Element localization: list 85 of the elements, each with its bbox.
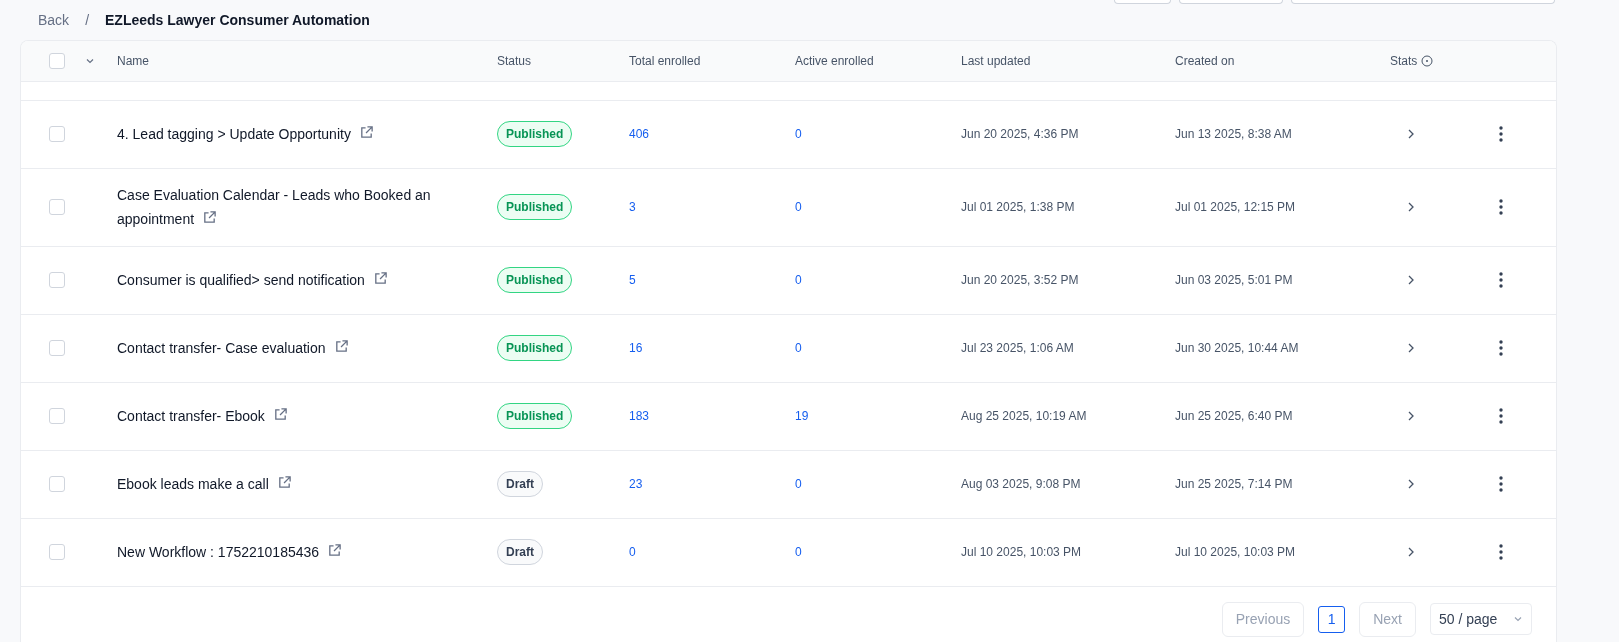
column-header: Total enrolled bbox=[629, 54, 701, 69]
external-link-icon[interactable] bbox=[372, 271, 388, 287]
column-header: Created on bbox=[1175, 54, 1235, 69]
page-button[interactable]: 1 bbox=[1318, 605, 1346, 633]
workflow-name: Case Evaluation Calendar - Leads who Booked an appointment bbox=[117, 186, 432, 230]
search-field[interactable] bbox=[1291, 0, 1555, 4]
last-updated-date: Aug 03 2025, 9:08 PM bbox=[961, 477, 1081, 492]
created-on-date: Jun 03 2025, 5:01 PM bbox=[1175, 273, 1293, 288]
chevron-right-icon[interactable] bbox=[1406, 478, 1416, 491]
more-options-icon[interactable] bbox=[1499, 199, 1503, 216]
workflow-name: 4. Lead tagging > Update Opportunity bbox=[117, 122, 374, 147]
column-header: Active enrolled bbox=[795, 54, 874, 69]
workflow-name: Ebook leads make a call bbox=[117, 472, 292, 497]
workflow-name: New Workflow : 1752210185436 bbox=[117, 540, 343, 565]
total-enrolled-link[interactable]: 183 bbox=[629, 409, 650, 424]
status-badge: Draft bbox=[497, 539, 543, 566]
more-options-icon[interactable] bbox=[1499, 272, 1503, 289]
more-options-icon[interactable] bbox=[1499, 476, 1503, 493]
last-updated-date: Aug 25 2025, 10:19 AM bbox=[961, 409, 1087, 424]
workflow-name: Contact transfer- Case evaluation bbox=[117, 336, 349, 361]
last-updated-date: Jul 10 2025, 10:03 PM bbox=[961, 545, 1082, 560]
checkbox[interactable] bbox=[49, 53, 65, 70]
info-icon[interactable] bbox=[1421, 55, 1434, 68]
column-header: Stats bbox=[1390, 54, 1418, 69]
workflow-name: Contact transfer- Ebook bbox=[117, 404, 288, 429]
external-link-icon[interactable] bbox=[272, 407, 288, 423]
created-on-date: Jun 13 2025, 8:38 AM bbox=[1175, 127, 1292, 142]
last-updated-date: Jul 23 2025, 1:06 AM bbox=[961, 341, 1074, 356]
page-title: EZLeeds Lawyer Consumer Automation bbox=[105, 12, 370, 28]
more-options-icon[interactable] bbox=[1499, 408, 1503, 425]
chevron-right-icon[interactable] bbox=[1406, 410, 1416, 423]
active-enrolled-link[interactable]: 0 bbox=[795, 200, 802, 215]
total-enrolled-link[interactable]: 406 bbox=[629, 127, 650, 142]
column-header: Name bbox=[117, 54, 149, 69]
back-link[interactable]: Back bbox=[38, 12, 70, 28]
checkbox[interactable] bbox=[49, 340, 65, 357]
checkbox[interactable] bbox=[49, 544, 65, 561]
checkbox[interactable] bbox=[49, 126, 65, 143]
status-badge: Published bbox=[497, 335, 573, 362]
checkbox[interactable] bbox=[49, 408, 65, 425]
checkbox[interactable] bbox=[49, 272, 65, 289]
created-on-date: Jun 25 2025, 7:14 PM bbox=[1175, 477, 1293, 492]
external-link-icon[interactable] bbox=[333, 339, 349, 355]
created-on-date: Jun 30 2025, 10:44 AM bbox=[1175, 341, 1299, 356]
created-on-date: Jun 25 2025, 6:40 PM bbox=[1175, 409, 1293, 424]
active-enrolled-link[interactable]: 0 bbox=[795, 273, 802, 288]
external-link-icon[interactable] bbox=[358, 125, 374, 141]
created-on-date: Jul 10 2025, 10:03 PM bbox=[1175, 545, 1296, 560]
chevron-right-icon[interactable] bbox=[1406, 342, 1416, 355]
status-badge: Published bbox=[497, 403, 573, 430]
active-enrolled-link[interactable]: 0 bbox=[795, 545, 802, 560]
external-link-icon[interactable] bbox=[276, 475, 292, 491]
more-options-icon[interactable] bbox=[1499, 340, 1503, 357]
last-updated-date: Jun 20 2025, 3:52 PM bbox=[961, 273, 1079, 288]
status-badge: Draft bbox=[497, 471, 543, 498]
status-badge: Published bbox=[497, 267, 573, 294]
total-enrolled-link[interactable]: 23 bbox=[629, 477, 643, 492]
checkbox[interactable] bbox=[49, 476, 65, 493]
total-enrolled-link[interactable]: 3 bbox=[629, 200, 636, 215]
last-updated-date: Jun 20 2025, 4:36 PM bbox=[961, 127, 1079, 142]
checkbox[interactable] bbox=[49, 199, 65, 216]
column-header: Status bbox=[497, 54, 532, 69]
external-link-icon[interactable] bbox=[202, 210, 218, 226]
chevron-right-icon[interactable] bbox=[1406, 128, 1416, 141]
breadcrumb-separator: / bbox=[85, 12, 89, 28]
active-enrolled-link[interactable]: 0 bbox=[795, 477, 802, 492]
more-options-icon[interactable] bbox=[1499, 544, 1503, 561]
active-enrolled-link[interactable]: 19 bbox=[795, 409, 809, 424]
total-enrolled-link[interactable]: 0 bbox=[629, 545, 636, 560]
external-link-icon[interactable] bbox=[327, 543, 343, 559]
created-on-date: Jul 01 2025, 12:15 PM bbox=[1175, 200, 1296, 215]
last-updated-date: Jul 01 2025, 1:38 PM bbox=[961, 200, 1075, 215]
chevron-right-icon[interactable] bbox=[1406, 546, 1416, 559]
active-enrolled-link[interactable]: 0 bbox=[795, 341, 802, 356]
status-badge: Published bbox=[497, 121, 573, 148]
total-enrolled-link[interactable]: 16 bbox=[629, 341, 643, 356]
more-options-icon[interactable] bbox=[1499, 126, 1503, 143]
total-enrolled-link[interactable]: 5 bbox=[629, 273, 636, 288]
status-badge: Published bbox=[497, 194, 573, 221]
page-size-select[interactable]: 50 / page bbox=[1430, 603, 1532, 636]
workflow-name: Consumer is qualified> send notification bbox=[117, 268, 388, 293]
active-enrolled-link[interactable]: 0 bbox=[795, 127, 802, 142]
column-header: Last updated bbox=[961, 54, 1031, 69]
chevron-right-icon[interactable] bbox=[1406, 274, 1416, 287]
chevron-right-icon[interactable] bbox=[1406, 201, 1416, 214]
